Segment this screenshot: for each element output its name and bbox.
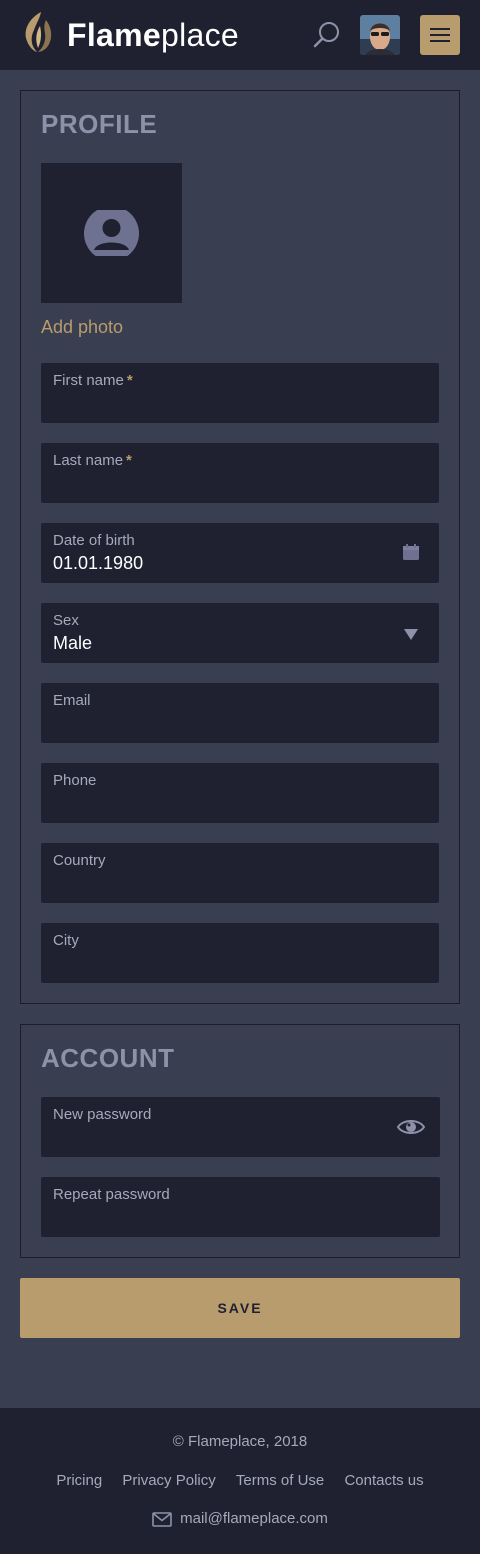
add-photo-link[interactable]: Add photo: [41, 317, 123, 338]
brand-name-bold: Flame: [67, 17, 161, 53]
flame-logo-icon[interactable]: [22, 10, 56, 54]
phone-field[interactable]: Phone: [41, 763, 439, 823]
date-of-birth-label: Date of birth: [53, 532, 135, 549]
footer-email-text: mail@flameplace.com: [180, 1510, 328, 1527]
phone-label: Phone: [53, 772, 97, 789]
brand-name-light: place: [160, 17, 239, 53]
eye-icon[interactable]: [396, 1117, 426, 1142]
profile-title: PROFILE: [41, 109, 158, 139]
date-of-birth-value: 01.01.1980: [53, 553, 144, 573]
city-label: City: [53, 932, 79, 949]
envelope-icon: [152, 1512, 172, 1527]
calendar-icon[interactable]: [403, 544, 419, 565]
last-name-label: Last name *: [53, 452, 132, 469]
account-title: ACCOUNT: [41, 1043, 175, 1073]
repeat-password-field[interactable]: Repeat password: [41, 1177, 440, 1237]
footer-link-terms-of-use[interactable]: Terms of Use: [236, 1472, 324, 1489]
country-field[interactable]: Country: [41, 843, 439, 903]
save-button[interactable]: SAVE: [20, 1278, 460, 1338]
profile-panel: PROFILE Add photo First name * Last name *…: [20, 90, 460, 1004]
new-password-label: New password: [53, 1106, 152, 1123]
user-avatar[interactable]: [360, 15, 400, 55]
dropdown-arrow-icon[interactable]: [404, 627, 418, 645]
last-name-field[interactable]: Last name *: [41, 443, 439, 503]
brand-name[interactable]: Flameplace: [67, 15, 239, 55]
required-marker: *: [126, 452, 132, 469]
sex-value: Male: [53, 633, 93, 653]
copyright-text: © Flameplace, 2018: [172, 1433, 308, 1450]
footer-links: Pricing Privacy Policy Terms of Use Cont…: [0, 1472, 480, 1489]
footer-link-privacy-policy[interactable]: Privacy Policy: [122, 1472, 215, 1489]
new-password-field[interactable]: New password: [41, 1097, 440, 1157]
country-label: Country: [53, 852, 106, 869]
sex-select[interactable]: Sex Male: [41, 603, 439, 663]
email-field[interactable]: Email: [41, 683, 439, 743]
search-icon[interactable]: [312, 20, 342, 50]
city-field[interactable]: City: [41, 923, 439, 983]
footer-link-pricing[interactable]: Pricing: [56, 1472, 102, 1489]
photo-upload-box[interactable]: [41, 163, 182, 303]
top-bar: Flameplace: [0, 0, 480, 70]
sex-label: Sex: [53, 612, 79, 629]
user-silhouette-icon: [84, 210, 139, 256]
footer-link-contacts[interactable]: Contacts us: [344, 1472, 423, 1489]
date-of-birth-field[interactable]: Date of birth 01.01.1980: [41, 523, 439, 583]
footer: © Flameplace, 2018 Pricing Privacy Polic…: [0, 1408, 480, 1554]
email-label: Email: [53, 692, 91, 709]
first-name-label: First name *: [53, 372, 133, 389]
first-name-field[interactable]: First name *: [41, 363, 439, 423]
required-marker: *: [126, 372, 133, 389]
hamburger-icon[interactable]: [420, 15, 460, 55]
account-panel: ACCOUNT New password Repeat password: [20, 1024, 460, 1258]
footer-email-link[interactable]: mail@flameplace.com: [0, 1510, 480, 1527]
repeat-password-label: Repeat password: [53, 1186, 170, 1203]
